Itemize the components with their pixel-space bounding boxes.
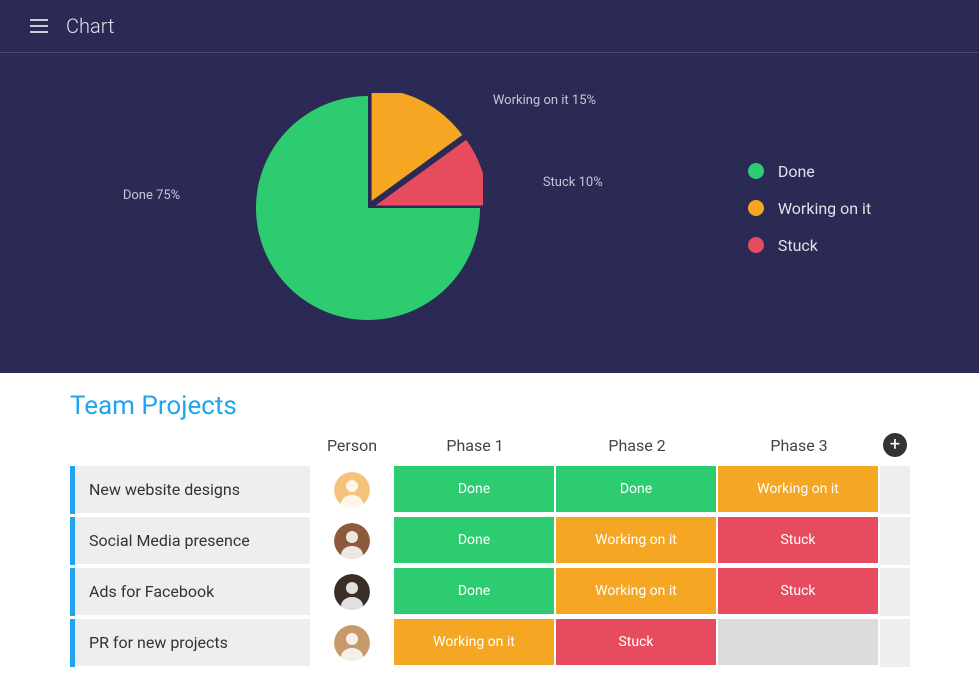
status-cell-phase3[interactable]: Stuck xyxy=(718,517,880,565)
avatar xyxy=(334,523,370,559)
table-title: Team Projects xyxy=(70,391,919,421)
legend-item-done: Done xyxy=(748,162,871,181)
column-header-phase3: Phase 3 xyxy=(718,427,880,463)
legend-dot-icon xyxy=(748,163,764,179)
status-cell-phase1[interactable]: Done xyxy=(394,517,556,565)
hamburger-menu-icon[interactable] xyxy=(30,19,48,33)
person-cell[interactable] xyxy=(310,517,394,565)
status-cell-phase2[interactable]: Working on it xyxy=(556,568,718,616)
status-cell-phase2[interactable]: Done xyxy=(556,466,718,514)
legend-item-working: Working on it xyxy=(748,199,871,218)
person-cell[interactable] xyxy=(310,619,394,667)
table-section: Team Projects Person Phase 1 Phase 2 Pha… xyxy=(0,373,979,677)
chart-panel: Done 75% Working on it 15% Stuck 10% Don… xyxy=(0,53,979,373)
avatar xyxy=(334,574,370,610)
task-cell[interactable]: PR for new projects xyxy=(75,619,310,667)
row-tail xyxy=(880,619,910,667)
legend-label: Stuck xyxy=(778,236,818,255)
legend-dot-icon xyxy=(748,200,764,216)
column-header-phase1: Phase 1 xyxy=(394,427,556,463)
status-cell-phase1[interactable]: Working on it xyxy=(394,619,556,667)
row-tail xyxy=(880,517,910,565)
plus-icon: + xyxy=(890,436,900,454)
slice-label-stuck: Stuck 10% xyxy=(543,175,603,190)
column-header-phase2: Phase 2 xyxy=(556,427,718,463)
status-cell-phase1[interactable]: Done xyxy=(394,466,556,514)
row-tail xyxy=(880,466,910,514)
task-cell[interactable]: Ads for Facebook xyxy=(75,568,310,616)
person-cell[interactable] xyxy=(310,568,394,616)
legend-label: Working on it xyxy=(778,199,871,218)
task-cell[interactable]: Social Media presence xyxy=(75,517,310,565)
slice-label-working: Working on it 15% xyxy=(493,93,596,108)
status-cell-phase2[interactable]: Working on it xyxy=(556,517,718,565)
legend-item-stuck: Stuck xyxy=(748,236,871,255)
legend-label: Done xyxy=(778,162,815,181)
pie-chart: Done 75% Working on it 15% Stuck 10% xyxy=(253,93,483,323)
status-cell-phase2[interactable]: Stuck xyxy=(556,619,718,667)
status-cell-phase3[interactable]: Working on it xyxy=(718,466,880,514)
add-column-button[interactable]: + xyxy=(883,433,907,457)
row-tail xyxy=(880,568,910,616)
legend-dot-icon xyxy=(748,237,764,253)
chart-area: Done 75% Working on it 15% Stuck 10% xyxy=(108,83,628,333)
person-cell[interactable] xyxy=(310,466,394,514)
projects-grid: Person Phase 1 Phase 2 Phase 3 + New web… xyxy=(70,427,919,667)
slice-label-done: Done 75% xyxy=(123,188,180,203)
header: Chart xyxy=(0,0,979,53)
status-cell-phase3[interactable]: Stuck xyxy=(718,568,880,616)
chart-legend: Done Working on it Stuck xyxy=(748,144,871,273)
add-column-cell: + xyxy=(880,427,910,463)
task-cell[interactable]: New website designs xyxy=(75,466,310,514)
status-cell-phase3[interactable] xyxy=(718,619,880,667)
status-cell-phase1[interactable]: Done xyxy=(394,568,556,616)
page-title: Chart xyxy=(66,14,114,38)
avatar xyxy=(334,625,370,661)
column-header-person: Person xyxy=(310,427,394,463)
avatar xyxy=(334,472,370,508)
